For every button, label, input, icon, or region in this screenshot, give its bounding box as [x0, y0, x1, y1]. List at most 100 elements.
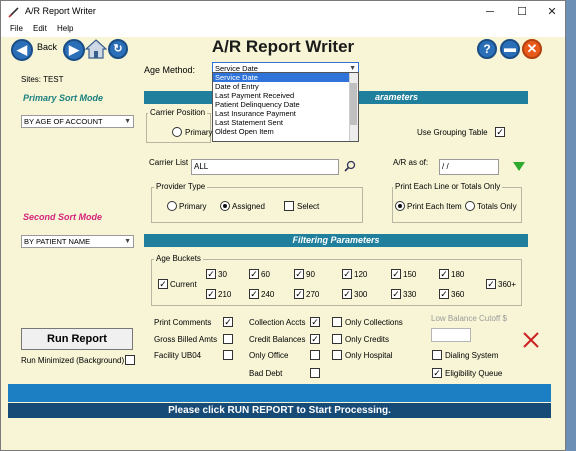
low-balance-input[interactable] — [431, 328, 471, 342]
help-icon[interactable]: ? — [477, 39, 497, 59]
gross-billed-checkbox[interactable] — [223, 334, 233, 344]
age-method-option[interactable]: Last Statement Sent — [213, 118, 358, 127]
age-method-option[interactable]: Service Date — [213, 73, 358, 82]
primary-sort-value: BY AGE OF ACCOUNT — [24, 117, 103, 126]
provider-assigned-radio[interactable] — [220, 201, 230, 211]
bucket-120-checkbox[interactable]: ✓ — [342, 269, 352, 279]
carrier-list-input[interactable]: ALL — [191, 159, 339, 175]
carrier-primary-radio[interactable] — [172, 127, 182, 137]
age-method-option[interactable]: Date of Entry — [213, 82, 358, 91]
minimize-button[interactable]: ─ — [479, 4, 501, 20]
use-grouping-label: Use Grouping Table — [417, 128, 488, 137]
maximize-button[interactable]: ☐ — [511, 4, 533, 20]
bucket-180-checkbox[interactable]: ✓ — [439, 269, 449, 279]
bucket-60-checkbox[interactable]: ✓ — [249, 269, 259, 279]
only-office-checkbox[interactable] — [310, 350, 320, 360]
bucket-150-checkbox[interactable]: ✓ — [391, 269, 401, 279]
carrier-list-label: Carrier List — [149, 158, 189, 167]
bucket-210-checkbox[interactable]: ✓ — [206, 289, 216, 299]
only-collections-checkbox[interactable] — [332, 317, 342, 327]
gross-billed-label: Gross Billed Amts — [154, 335, 218, 344]
app-pen-icon — [8, 7, 19, 18]
bucket-210-label: 210 — [218, 290, 232, 299]
only-hospital-checkbox[interactable] — [332, 350, 342, 360]
provider-select-label: Select — [297, 202, 320, 211]
menu-file[interactable]: File — [10, 24, 23, 33]
age-method-option[interactable]: Patient Delinquency Date — [213, 100, 358, 109]
provider-primary-radio[interactable] — [167, 201, 177, 211]
close-window-button[interactable]: ✕ — [541, 4, 563, 20]
scrollbar-thumb[interactable] — [350, 83, 357, 125]
use-grouping-checkbox[interactable]: ✓ — [495, 127, 505, 137]
chevron-down-icon: ▼ — [124, 118, 131, 125]
only-credits-checkbox[interactable] — [332, 334, 342, 344]
bucket-330-checkbox[interactable]: ✓ — [391, 289, 401, 299]
ar-as-of-input[interactable]: / / — [439, 159, 499, 175]
second-sort-select[interactable]: BY PATIENT NAME ▼ — [21, 235, 134, 248]
carrier-position-label: Carrier Position — [148, 108, 208, 117]
age-method-label: Age Method: — [144, 65, 196, 75]
bucket-30-checkbox[interactable]: ✓ — [206, 269, 216, 279]
bucket-300-checkbox[interactable]: ✓ — [342, 289, 352, 299]
date-dropdown-icon[interactable] — [513, 162, 525, 172]
provider-select-checkbox[interactable] — [284, 201, 294, 211]
chevron-down-icon: ▼ — [124, 238, 131, 245]
provider-primary-label: Primary — [179, 202, 207, 211]
bucket-360-checkbox[interactable]: ✓ — [439, 289, 449, 299]
collection-accts-checkbox[interactable]: ✓ — [310, 317, 320, 327]
facility-ub04-checkbox[interactable] — [223, 350, 233, 360]
credit-balances-label: Credit Balances — [249, 335, 306, 344]
age-method-option[interactable]: Oldest Open Item — [213, 127, 358, 136]
window-title: A/R Report Writer — [25, 6, 96, 16]
age-method-option[interactable]: Last Payment Received — [213, 91, 358, 100]
second-sort-label: Second Sort Mode — [23, 212, 103, 222]
bad-debt-checkbox[interactable] — [310, 368, 320, 378]
bucket-270-label: 270 — [306, 290, 320, 299]
exit-icon[interactable]: ✕ — [522, 39, 542, 59]
age-method-dropdown-list[interactable]: Service Date Date of Entry Last Payment … — [212, 72, 359, 142]
only-hospital-label: Only Hospital — [345, 351, 393, 360]
run-report-button[interactable]: Run Report — [21, 328, 133, 350]
provider-type-label: Provider Type — [154, 182, 208, 191]
run-minimized-label: Run Minimized (Background) — [21, 356, 125, 365]
bucket-360-label: 360 — [451, 290, 465, 299]
search-icon[interactable] — [344, 160, 356, 172]
bucket-90-checkbox[interactable]: ✓ — [294, 269, 304, 279]
bucket-120-label: 120 — [354, 270, 368, 279]
bucket-current-checkbox[interactable]: ✓ — [158, 279, 168, 289]
sites-label: Sites: TEST — [21, 75, 64, 84]
status-message: Please click RUN REPORT to Start Process… — [8, 403, 551, 418]
dropdown-scrollbar[interactable] — [349, 73, 358, 141]
bucket-360plus-checkbox[interactable]: ✓ — [486, 279, 496, 289]
collection-accts-label: Collection Accts — [249, 318, 306, 327]
menu-help[interactable]: Help — [57, 24, 73, 33]
clear-red-x-icon[interactable] — [522, 331, 540, 349]
dialing-system-label: Dialing System — [445, 351, 499, 360]
eligibility-queue-checkbox[interactable]: ✓ — [432, 368, 442, 378]
carrier-primary-label: Primary — [185, 128, 213, 137]
second-sort-value: BY PATIENT NAME — [24, 237, 91, 246]
print-comments-checkbox[interactable]: ✓ — [223, 317, 233, 327]
age-buckets-label: Age Buckets — [154, 254, 203, 263]
dialing-system-checkbox[interactable] — [432, 350, 442, 360]
parameters-band-text: arameters — [374, 92, 418, 102]
primary-sort-select[interactable]: BY AGE OF ACCOUNT ▼ — [21, 115, 134, 128]
age-method-option[interactable]: Last Insurance Payment — [213, 109, 358, 118]
only-collections-label: Only Collections — [345, 318, 403, 327]
bucket-270-checkbox[interactable]: ✓ — [294, 289, 304, 299]
credit-balances-checkbox[interactable]: ✓ — [310, 334, 320, 344]
bucket-360plus-label: 360+ — [498, 280, 517, 289]
menu-bar: File Edit Help — [1, 23, 565, 37]
facility-ub04-label: Facility UB04 — [154, 351, 202, 360]
minimize-app-icon[interactable]: ▬ — [500, 39, 520, 59]
run-minimized-checkbox[interactable] — [125, 355, 135, 365]
totals-only-radio[interactable] — [465, 201, 475, 211]
bucket-240-checkbox[interactable]: ✓ — [249, 289, 259, 299]
bucket-current-label: Current — [170, 280, 197, 289]
menu-edit[interactable]: Edit — [33, 24, 47, 33]
title-bar: A/R Report Writer ─ ☐ ✕ — [1, 1, 565, 23]
print-each-item-radio[interactable] — [395, 201, 405, 211]
totals-only-label: Totals Only — [477, 202, 517, 211]
low-balance-label: Low Balance Cutoff $ — [431, 314, 507, 323]
filtering-band: Filtering Parameters — [144, 234, 528, 247]
